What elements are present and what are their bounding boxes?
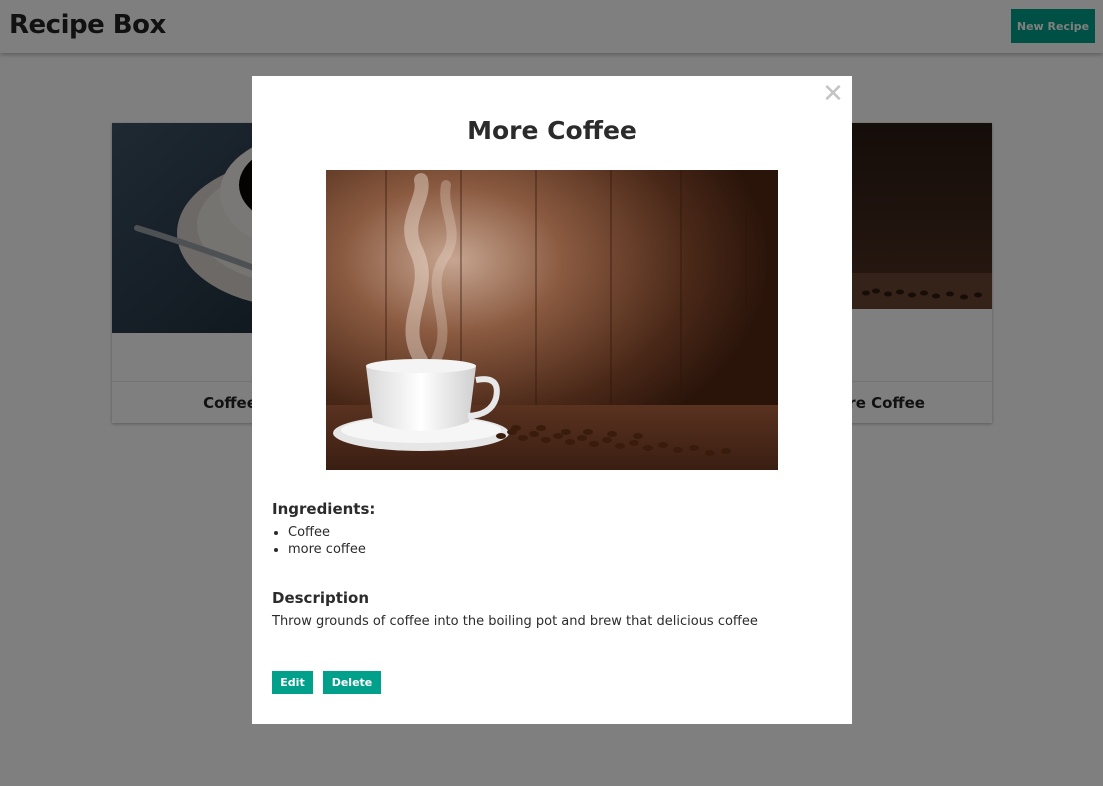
ingredients-heading: Ingredients: [272, 500, 376, 518]
ingredient-item: Coffee [288, 524, 366, 541]
recipe-image [326, 170, 778, 470]
ingredients-list: Coffee more coffee [288, 524, 366, 558]
description-heading: Description [272, 589, 370, 607]
close-icon[interactable]: ✕ [822, 80, 844, 106]
ingredient-item: more coffee [288, 541, 366, 558]
description-text: Throw grounds of coffee into the boiling… [272, 614, 758, 629]
recipe-modal: ✕ More Coffee Ingredients: • Coffee • mo… [252, 76, 852, 724]
modal-title: More Coffee [467, 116, 637, 145]
delete-button[interactable]: Delete [323, 671, 381, 694]
edit-button[interactable]: Edit [272, 671, 313, 694]
